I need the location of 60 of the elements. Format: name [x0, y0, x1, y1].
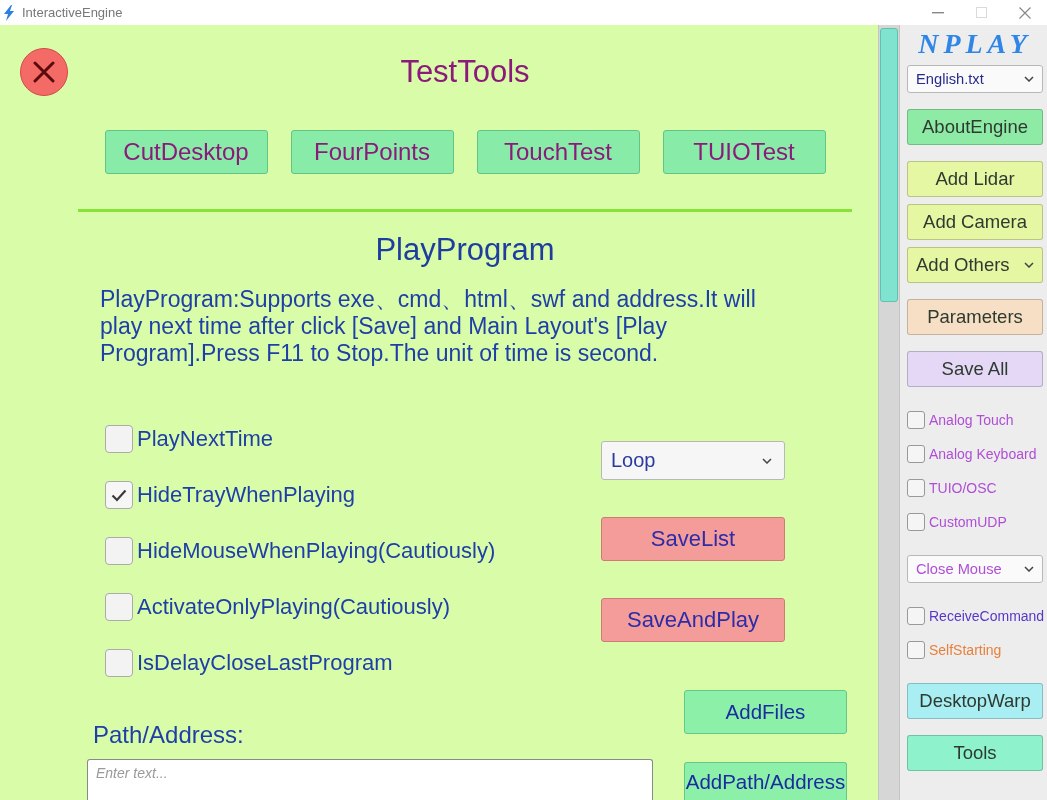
scrollbar[interactable]: [878, 25, 900, 800]
checkbox-label: HideMouseWhenPlaying(Cautiously): [137, 538, 496, 564]
dropdown-button[interactable]: Add Others: [907, 247, 1043, 283]
sidebar-button[interactable]: AboutEngine: [907, 109, 1043, 145]
tool-button[interactable]: TUIOTest: [662, 130, 826, 174]
close-icon: [33, 60, 55, 83]
description-text: PlayProgram:Supports exe、cmd、html、swf and address.It will play next time after click [Save] and Main Layout's [Play Program].Press F11 to Stop.The unit of time is second.: [100, 286, 757, 367]
sidebar-button[interactable]: Add Camera: [907, 204, 1043, 240]
checkbox-label: TUIO/OSC: [929, 480, 997, 496]
checkbox[interactable]: [105, 425, 133, 453]
chevron-down-icon: [1024, 262, 1034, 268]
checkbox-label: ReceiveCommand: [929, 608, 1045, 624]
lightning-icon: [3, 4, 15, 21]
sidebar-button[interactable]: Save All: [907, 351, 1043, 387]
checkbox[interactable]: [907, 607, 925, 625]
checkbox[interactable]: [105, 593, 133, 621]
dropdown[interactable]: English.txt: [907, 65, 1043, 93]
checkbox-label: ActivateOnlyPlaying(Cautiously): [137, 594, 451, 620]
dropdown[interactable]: Close Mouse: [907, 555, 1043, 583]
checkbox[interactable]: [105, 649, 133, 677]
checkbox[interactable]: [907, 513, 925, 531]
checkbox-label: Analog Keyboard: [929, 446, 1037, 462]
checkbox-label: IsDelayCloseLastProgram: [137, 650, 393, 676]
tool-button[interactable]: CutDesktop: [104, 130, 268, 174]
close-button[interactable]: [20, 47, 68, 96]
tool-button[interactable]: FourPoints: [290, 130, 454, 174]
checkbox-label: CustomUDP: [929, 514, 1007, 530]
checkbox[interactable]: [907, 411, 925, 429]
window-title: InteractiveEngine: [22, 5, 123, 20]
path-input[interactable]: Enter text...: [87, 759, 653, 800]
chevron-down-icon: [762, 457, 772, 464]
checkbox-label: HideTrayWhenPlaying: [137, 482, 356, 508]
checkbox-label: PlayNextTime: [137, 426, 274, 452]
checkbox[interactable]: [907, 641, 925, 659]
add-button[interactable]: AddPath/Address: [684, 762, 847, 800]
add-button[interactable]: AddFiles: [684, 690, 847, 734]
section-title: TestTools: [399, 53, 531, 90]
checkbox[interactable]: [105, 537, 133, 565]
scrollbar-thumb[interactable]: [880, 28, 898, 302]
checkbox-label: Analog Touch: [929, 412, 1014, 428]
tool-button[interactable]: TouchTest: [476, 130, 640, 174]
checkbox[interactable]: [907, 479, 925, 497]
section-title: PlayProgram: [374, 233, 556, 267]
chevron-down-icon: [1024, 76, 1034, 82]
checkbox-label: SelfStarting: [929, 642, 1002, 658]
sidebar-button[interactable]: Tools: [907, 735, 1043, 771]
action-button[interactable]: SaveList: [601, 517, 785, 561]
sidebar-button[interactable]: Parameters: [907, 299, 1043, 335]
checkmark-icon: [111, 488, 127, 502]
checkbox[interactable]: [907, 445, 925, 463]
sidebar-button[interactable]: DesktopWarp: [907, 683, 1043, 719]
field-label: Path/Address:: [93, 722, 244, 748]
mode-dropdown[interactable]: Loop: [601, 441, 785, 480]
chevron-down-icon: [1024, 566, 1034, 572]
app-logo: NPLAY: [917, 30, 1033, 58]
action-button[interactable]: SaveAndPlay: [601, 598, 785, 642]
sidebar-button[interactable]: Add Lidar: [907, 161, 1043, 197]
minimize-icon[interactable]: [932, 11, 944, 14]
close-icon[interactable]: [1019, 6, 1031, 19]
checkbox[interactable]: [105, 481, 133, 509]
